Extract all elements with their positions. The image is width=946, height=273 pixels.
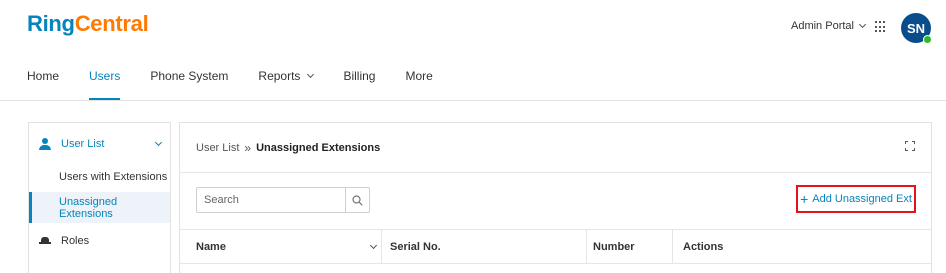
search-box [196,187,370,213]
breadcrumb-separator: » [244,141,252,155]
nav-item-label: Home [27,69,60,83]
column-header-serial-no: Serial No. [390,230,587,263]
nav-item-more[interactable]: More [405,69,432,83]
sidebar-item-label: Roles [61,235,90,247]
search-icon [352,194,363,206]
chevron-down-icon [154,138,163,147]
nav-item-home[interactable]: Home [27,69,59,83]
sidebar-item-label: Unassigned Extensions [59,195,118,220]
column-header-actions: Actions [683,230,803,263]
sidebar-item-roles[interactable]: Roles [29,226,170,256]
nav-item-reports[interactable]: Reports [258,69,315,83]
chevron-down-icon [858,20,867,29]
breadcrumb: User List » Unassigned Extensions [196,141,380,155]
nav-item-label: Users [89,69,121,83]
column-header-name[interactable]: Name [196,230,382,263]
admin-portal-dropdown[interactable]: Admin Portal [791,20,867,32]
sidebar-item-label: Users with Extensions [59,170,168,183]
add-unassigned-ext-button[interactable]: + Add Unassigned Ext [796,185,916,213]
avatar-initials: SN [906,20,926,36]
sidebar-item-label: User List [61,138,105,150]
logo-central-text: Central [74,11,149,36]
ringcentral-logo[interactable]: RingCentral [27,11,149,37]
divider [180,172,931,173]
nav-item-label: Billing [343,69,376,83]
main-panel: User List » Unassigned Extensions + Add … [179,122,932,273]
nav-item-billing[interactable]: Billing [343,69,375,83]
app-launcher-grid-icon[interactable] [875,21,887,33]
nav-item-label: Phone System [150,69,229,83]
user-icon [39,138,53,150]
search-button[interactable] [345,188,369,212]
sidebar-item-user-list[interactable]: User List [29,123,170,165]
main-nav: Home Users Phone System Reports Billing … [27,69,463,100]
chevron-down-icon [307,70,315,79]
column-header-label: Actions [683,240,724,253]
nav-item-phone-system[interactable]: Phone System [150,69,228,83]
sort-chevron-icon[interactable] [369,241,378,250]
nav-item-label: Reports [258,69,301,83]
breadcrumb-current: Unassigned Extensions [256,142,381,154]
search-input[interactable] [197,188,345,212]
logo-ring-text: Ring [27,11,75,36]
add-button-label: Add Unassigned Ext [812,193,912,205]
top-header: RingCentral Admin Portal SN Home Users P… [0,0,946,101]
admin-portal-label: Admin Portal [791,20,854,32]
fullscreen-expand-icon[interactable] [905,141,915,151]
nav-item-users[interactable]: Users [89,69,121,100]
plus-icon: + [800,190,809,207]
roles-hat-icon [39,237,51,245]
breadcrumb-parent-link[interactable]: User List [196,142,239,154]
column-header-label: Serial No. [390,240,441,253]
column-header-label: Name [196,240,226,253]
column-header-number: Number [593,230,673,263]
sidebar-item-unassigned-extensions[interactable]: Unassigned Extensions [29,192,170,223]
table-header: Name Serial No. Number Actions [180,229,931,264]
presence-status-icon [923,35,932,44]
sidebar: User List Users with Extensions Unassign… [28,122,171,273]
sidebar-item-users-with-extensions[interactable]: Users with Extensions [29,161,170,192]
column-header-label: Number [593,240,635,253]
nav-item-label: More [405,69,433,83]
